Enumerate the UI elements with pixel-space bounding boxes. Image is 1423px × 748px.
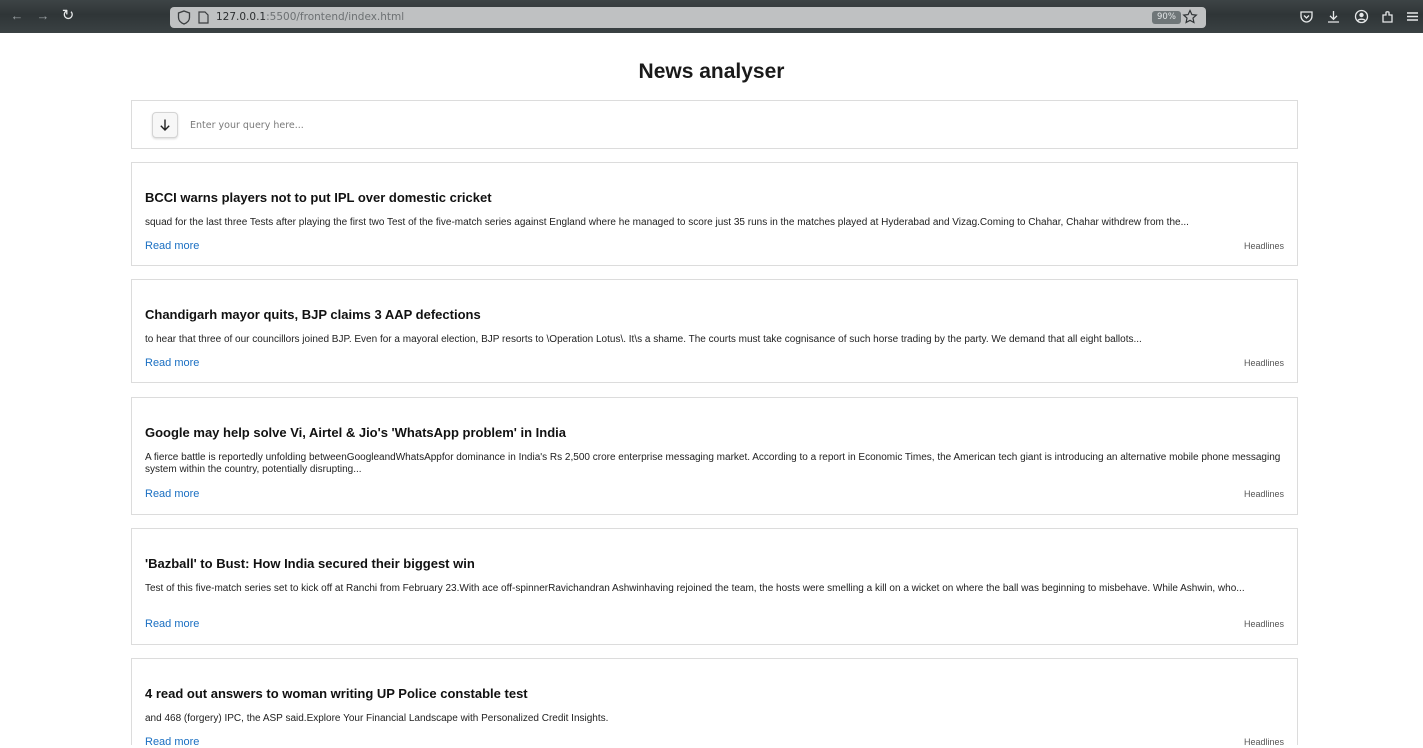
news-card: 4 read out answers to woman writing UP P… bbox=[131, 658, 1298, 748]
article-title: Google may help solve Vi, Airtel & Jio's… bbox=[145, 425, 567, 440]
shield-icon[interactable] bbox=[177, 10, 191, 25]
menu-icon[interactable] bbox=[1405, 9, 1420, 24]
article-description: to hear that three of our councillors jo… bbox=[145, 334, 1142, 345]
submit-query-button[interactable] bbox=[152, 112, 178, 138]
page-icon bbox=[198, 11, 209, 24]
news-card: 'Bazball' to Bust: How India secured the… bbox=[131, 528, 1298, 645]
news-card: Google may help solve Vi, Airtel & Jio's… bbox=[131, 397, 1298, 515]
query-bar bbox=[131, 100, 1298, 149]
bookmark-star-icon[interactable] bbox=[1182, 9, 1198, 25]
article-description: A fierce battle is reportedly unfolding … bbox=[145, 452, 1281, 475]
article-source: Headlines bbox=[1243, 358, 1284, 368]
article-title: 4 read out answers to woman writing UP P… bbox=[145, 686, 528, 701]
article-title: 'Bazball' to Bust: How India secured the… bbox=[145, 556, 475, 571]
extensions-icon[interactable] bbox=[1380, 9, 1395, 24]
browser-toolbar: ← → ↻ 127.0.0.1:5500/frontend/index.html… bbox=[0, 0, 1423, 33]
article-title: Chandigarh mayor quits, BJP claims 3 AAP… bbox=[145, 307, 481, 322]
article-title: BCCI warns players not to put IPL over d… bbox=[145, 190, 492, 205]
article-source: Headlines bbox=[1243, 489, 1284, 499]
news-card: BCCI warns players not to put IPL over d… bbox=[131, 162, 1298, 266]
account-icon[interactable] bbox=[1354, 9, 1369, 24]
arrow-down-icon bbox=[160, 119, 170, 131]
read-more-link[interactable]: Read more bbox=[145, 488, 199, 500]
read-more-link[interactable]: Read more bbox=[145, 240, 199, 252]
zoom-level-badge[interactable]: 90% bbox=[1152, 11, 1181, 24]
article-source: Headlines bbox=[1243, 737, 1284, 747]
download-icon[interactable] bbox=[1326, 9, 1341, 24]
read-more-link[interactable]: Read more bbox=[145, 736, 199, 748]
url-text[interactable]: 127.0.0.1:5500/frontend/index.html bbox=[216, 10, 404, 25]
address-bar[interactable]: 127.0.0.1:5500/frontend/index.html 90% bbox=[170, 7, 1206, 28]
page-title: News analyser bbox=[638, 60, 785, 83]
pocket-icon[interactable] bbox=[1299, 9, 1314, 24]
article-source: Headlines bbox=[1243, 619, 1284, 629]
article-description: squad for the last three Tests after pla… bbox=[145, 217, 1189, 228]
article-description: Test of this five-match series set to ki… bbox=[145, 583, 1245, 594]
article-description: and 468 (forgery) IPC, the ASP said.Expl… bbox=[145, 713, 609, 724]
forward-arrow-icon[interactable]: → bbox=[35, 8, 51, 24]
back-arrow-icon[interactable]: ← bbox=[9, 8, 25, 24]
reload-icon[interactable]: ↻ bbox=[60, 8, 76, 24]
news-card: Chandigarh mayor quits, BJP claims 3 AAP… bbox=[131, 279, 1298, 383]
read-more-link[interactable]: Read more bbox=[145, 618, 199, 630]
article-source: Headlines bbox=[1243, 241, 1284, 251]
query-input[interactable] bbox=[190, 113, 1280, 137]
read-more-link[interactable]: Read more bbox=[145, 357, 199, 369]
